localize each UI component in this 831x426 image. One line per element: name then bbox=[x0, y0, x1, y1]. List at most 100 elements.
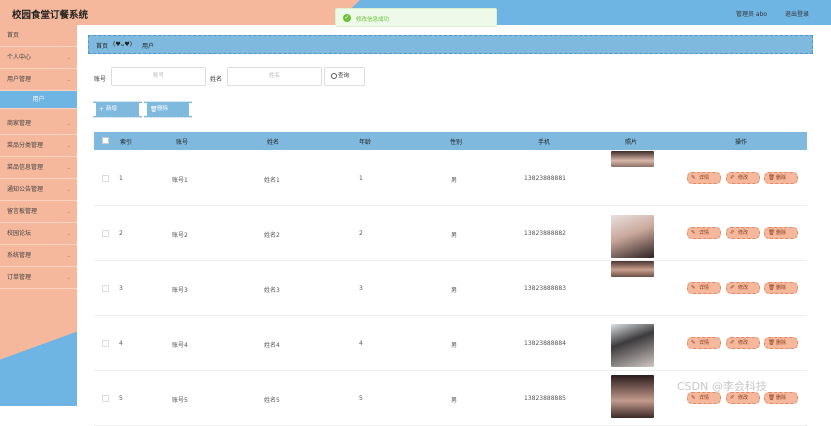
cell-phone: 13823888884 bbox=[524, 340, 566, 347]
user-photo bbox=[611, 324, 654, 367]
cell-index: 2 bbox=[119, 230, 123, 237]
sidebar-item-label: 商家管理 bbox=[7, 120, 32, 127]
chevron-down-icon: ⌄ bbox=[66, 275, 71, 281]
cell-index: 1 bbox=[119, 175, 123, 182]
header-actions: 操作 bbox=[735, 139, 748, 146]
chevron-down-icon: ⌄ bbox=[66, 165, 71, 171]
cell-age: 4 bbox=[359, 340, 363, 347]
table-header: 索引 账号 姓名 年龄 性别 手机 照片 操作 bbox=[94, 132, 807, 150]
row-checkbox[interactable] bbox=[102, 175, 109, 182]
cell-age: 2 bbox=[359, 230, 363, 237]
account-search-input[interactable]: 账号 bbox=[111, 67, 206, 86]
sidebar-item[interactable]: 首页 bbox=[0, 25, 77, 47]
row-delete-button-label: 删除 bbox=[776, 285, 787, 291]
main-content: 首页 (♥ᴗ♥) 用户 账号 账号 姓名 姓名 查询 + 新增 🗑 删除 索引 … bbox=[77, 25, 831, 426]
breadcrumb-home[interactable]: 首页 bbox=[96, 41, 108, 50]
header-gender: 性别 bbox=[450, 139, 463, 146]
sidebar-item[interactable]: 用户管理 ⌄ bbox=[0, 69, 77, 91]
cell-name: 姓名5 bbox=[264, 397, 280, 404]
add-button[interactable]: + 新增 bbox=[93, 100, 142, 119]
sidebar-item[interactable]: 用户 bbox=[0, 91, 77, 109]
cell-account: 账号5 bbox=[172, 397, 188, 404]
cell-name: 姓名1 bbox=[264, 177, 280, 184]
name-label: 姓名 bbox=[210, 76, 223, 83]
cell-phone: 13823888881 bbox=[524, 175, 566, 182]
header-photo: 照片 bbox=[625, 139, 638, 146]
breadcrumb-emoticon: (♥ᴗ♥) bbox=[113, 41, 133, 48]
chevron-down-icon: ⌄ bbox=[66, 231, 71, 237]
detail-button[interactable]: ✎ 详情 bbox=[687, 337, 721, 349]
sidebar-item-label: 菜品信息管理 bbox=[7, 164, 44, 171]
row-delete-button[interactable]: 🗑 删除 bbox=[764, 392, 798, 404]
sidebar-item[interactable]: 系统管理 ⌄ bbox=[0, 245, 77, 267]
delete-button-label: 删除 bbox=[157, 106, 169, 112]
edit-button[interactable]: ✐ 修改 bbox=[726, 282, 760, 294]
sidebar: 首页 个人中心 ⌄ 用户管理 ⌄ 用户 商家管理 ⌄ 菜品分类管理 ⌄ 菜品信息管理 ⌄ 通知公告管理 ⌄… bbox=[0, 25, 77, 406]
detail-button-label: 详情 bbox=[699, 230, 710, 236]
cell-phone: 13823888882 bbox=[524, 230, 566, 237]
search-button[interactable]: 查询 bbox=[324, 67, 365, 86]
success-check-icon: ✓ bbox=[343, 14, 351, 22]
plus-icon: + bbox=[99, 106, 105, 113]
sidebar-item-label: 首页 bbox=[7, 32, 20, 39]
logout-link[interactable]: 退出登录 bbox=[785, 9, 809, 18]
row-checkbox[interactable] bbox=[102, 395, 109, 402]
cell-name: 姓名2 bbox=[264, 232, 280, 239]
trash-icon: 🗑 bbox=[768, 340, 775, 346]
sidebar-item-label: 用户 bbox=[32, 96, 45, 103]
select-all-checkbox[interactable] bbox=[102, 137, 109, 144]
pencil-icon: ✐ bbox=[730, 340, 735, 346]
user-photo bbox=[611, 215, 654, 258]
detail-icon: ✎ bbox=[691, 230, 696, 236]
row-delete-button[interactable]: 🗑 删除 bbox=[764, 337, 798, 349]
pencil-icon: ✐ bbox=[730, 395, 735, 401]
table-row: 4 账号4 姓名4 4 男 13823888884 ✎ 详情 ✐ 修改 🗑 删除 bbox=[94, 316, 807, 371]
sidebar-item-label: 校园论坛 bbox=[7, 230, 32, 237]
row-delete-button[interactable]: 🗑 删除 bbox=[764, 227, 798, 239]
cell-account: 账号3 bbox=[172, 287, 188, 294]
detail-button-label: 详情 bbox=[699, 175, 710, 181]
name-search-input[interactable]: 姓名 bbox=[227, 67, 322, 86]
sidebar-item-label: 留言板管理 bbox=[7, 208, 38, 215]
row-delete-button-label: 删除 bbox=[776, 230, 787, 236]
detail-button-label: 详情 bbox=[699, 395, 710, 401]
sidebar-item[interactable]: 菜品信息管理 ⌄ bbox=[0, 157, 77, 179]
pencil-icon: ✐ bbox=[730, 175, 735, 181]
row-checkbox[interactable] bbox=[102, 285, 109, 292]
cell-age: 1 bbox=[359, 175, 363, 182]
sidebar-item[interactable]: 留言板管理 ⌄ bbox=[0, 201, 77, 223]
header-name: 姓名 bbox=[267, 139, 280, 146]
cell-index: 5 bbox=[119, 395, 123, 402]
edit-button[interactable]: ✐ 修改 bbox=[726, 172, 760, 184]
trash-icon: 🗑 bbox=[768, 395, 775, 401]
sidebar-item[interactable]: 订单管理 ⌄ bbox=[0, 267, 77, 289]
edit-button-label: 修改 bbox=[738, 230, 749, 236]
sidebar-item-label: 用户管理 bbox=[7, 76, 32, 83]
add-button-label: 新增 bbox=[106, 106, 118, 112]
detail-button[interactable]: ✎ 详情 bbox=[687, 282, 721, 294]
row-delete-button[interactable]: 🗑 删除 bbox=[764, 172, 798, 184]
edit-button-label: 修改 bbox=[738, 340, 749, 346]
cell-gender: 男 bbox=[451, 232, 458, 239]
chevron-down-icon: ⌄ bbox=[66, 253, 71, 259]
edit-button[interactable]: ✐ 修改 bbox=[726, 227, 760, 239]
sidebar-item[interactable]: 菜品分类管理 ⌄ bbox=[0, 135, 77, 157]
cell-gender: 男 bbox=[451, 287, 458, 294]
sidebar-item[interactable]: 商家管理 ⌄ bbox=[0, 113, 77, 135]
cell-age: 5 bbox=[359, 395, 363, 402]
chevron-down-icon: ⌄ bbox=[66, 209, 71, 215]
sidebar-item[interactable]: 通知公告管理 ⌄ bbox=[0, 179, 77, 201]
row-checkbox[interactable] bbox=[102, 340, 109, 347]
edit-button[interactable]: ✐ 修改 bbox=[726, 337, 760, 349]
trash-icon: 🗑 bbox=[150, 106, 158, 113]
delete-button[interactable]: 🗑 删除 bbox=[144, 100, 192, 119]
row-delete-button[interactable]: 🗑 删除 bbox=[764, 282, 798, 294]
row-delete-button-label: 删除 bbox=[776, 395, 787, 401]
breadcrumb: 首页 (♥ᴗ♥) 用户 bbox=[88, 35, 813, 54]
detail-button[interactable]: ✎ 详情 bbox=[687, 172, 721, 184]
row-checkbox[interactable] bbox=[102, 230, 109, 237]
sidebar-item[interactable]: 个人中心 ⌄ bbox=[0, 47, 77, 69]
cell-index: 3 bbox=[119, 285, 123, 292]
sidebar-item[interactable]: 校园论坛 ⌄ bbox=[0, 223, 77, 245]
detail-button[interactable]: ✎ 详情 bbox=[687, 227, 721, 239]
